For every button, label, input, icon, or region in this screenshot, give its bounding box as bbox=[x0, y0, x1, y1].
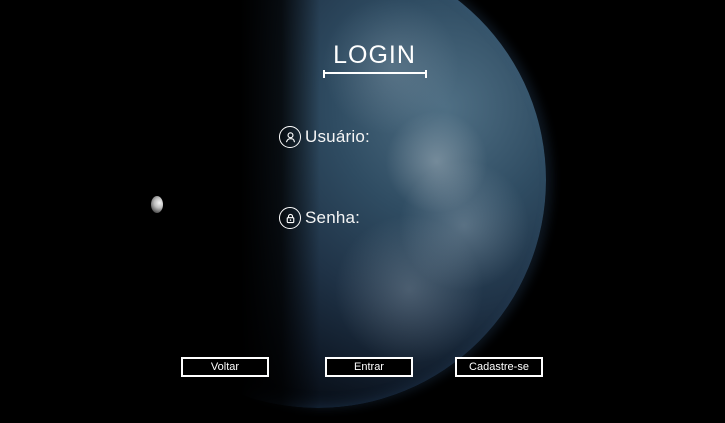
enter-button[interactable]: Entrar bbox=[325, 357, 413, 377]
user-label: Usuário: bbox=[305, 127, 370, 146]
moon bbox=[151, 196, 163, 213]
title-underline bbox=[323, 70, 427, 78]
password-field-row: Senha: bbox=[279, 207, 360, 229]
back-button[interactable]: Voltar bbox=[181, 357, 269, 377]
signup-button[interactable]: Cadastre-se bbox=[455, 357, 543, 377]
login-title: LOGIN bbox=[333, 41, 416, 69]
password-label: Senha: bbox=[305, 208, 361, 227]
user-icon bbox=[279, 126, 301, 148]
login-screen: LOGIN Usuário: Senha: Voltar Entrar Cada… bbox=[0, 0, 725, 423]
user-field-row: Usuário: bbox=[279, 126, 370, 148]
lock-icon bbox=[279, 207, 301, 229]
